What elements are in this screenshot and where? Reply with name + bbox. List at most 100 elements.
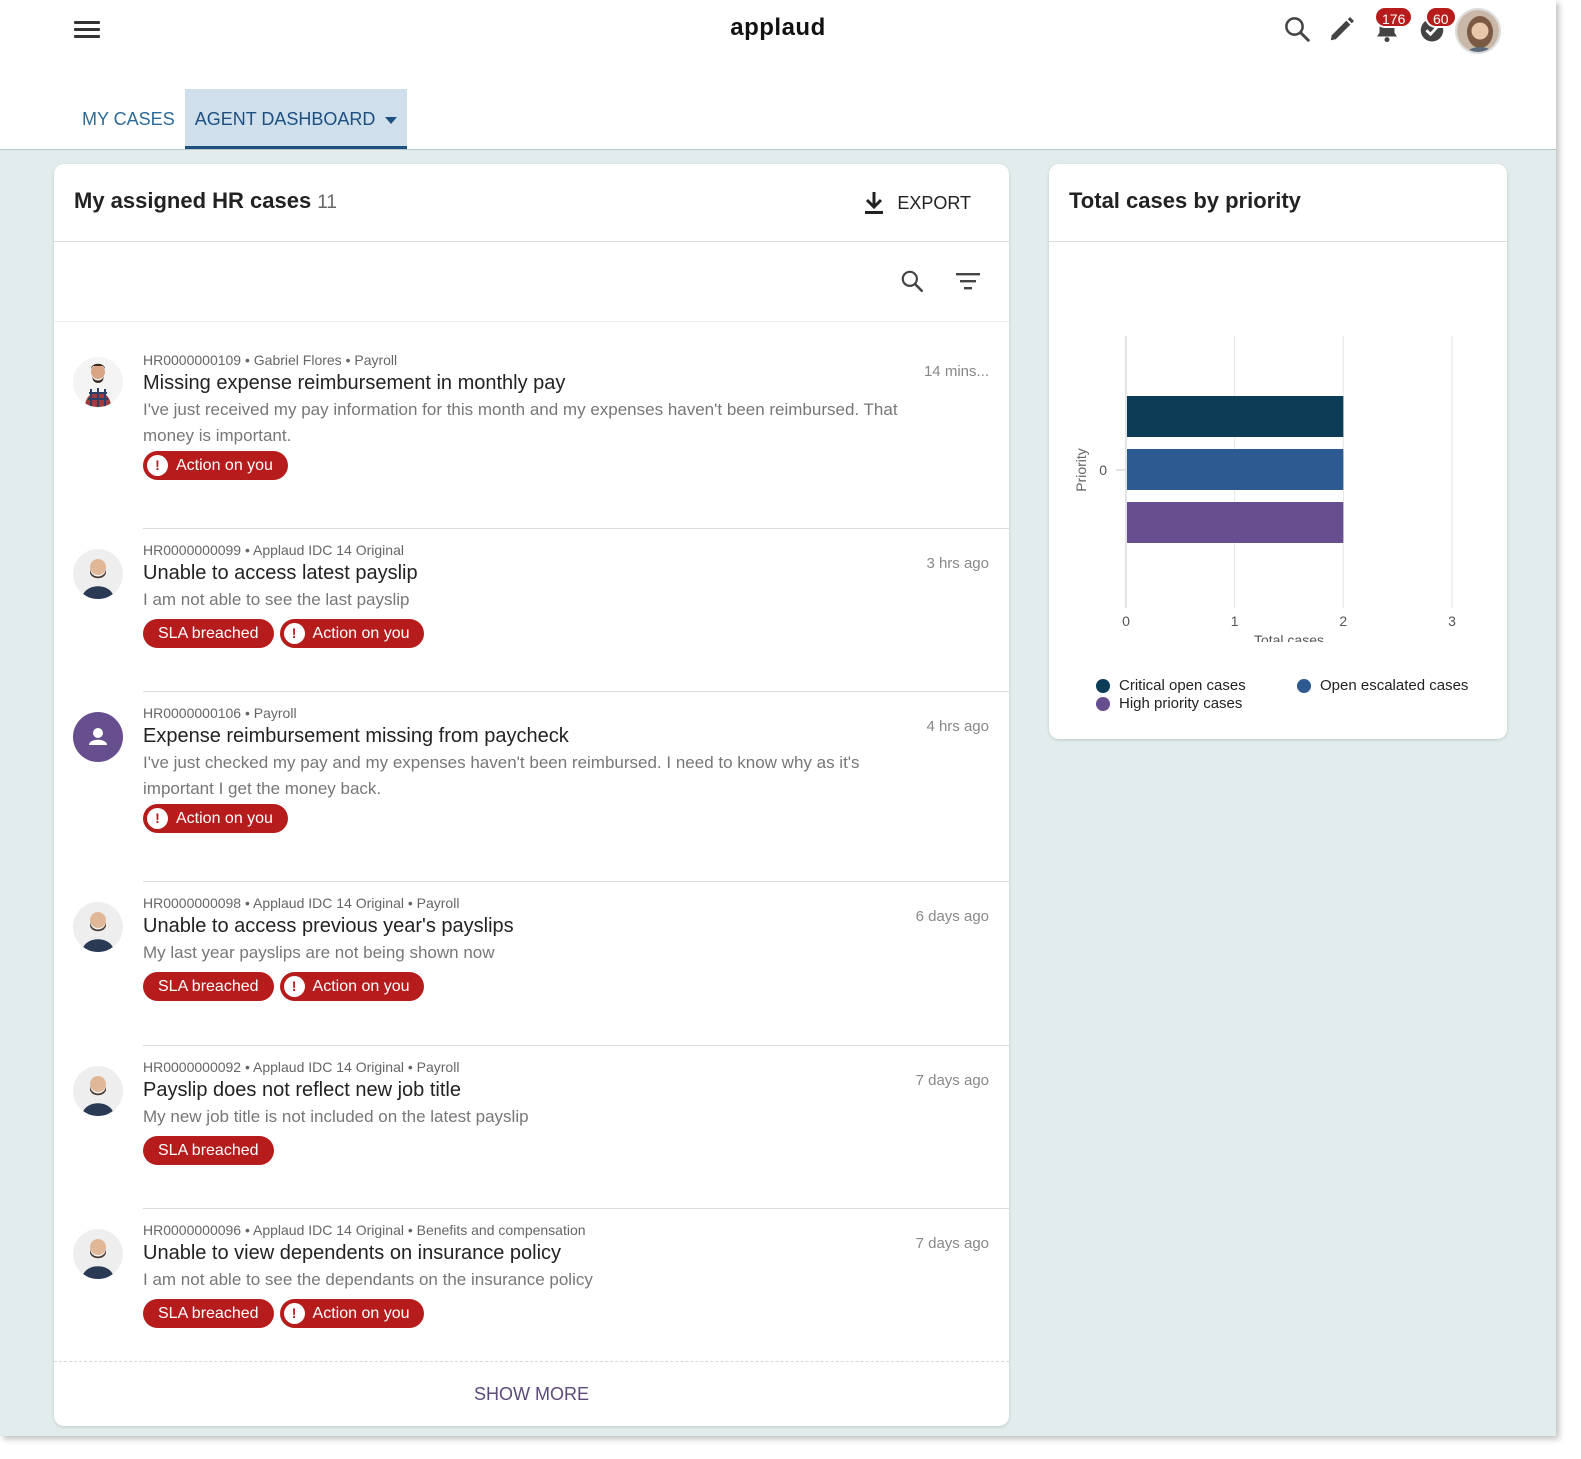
- tag-label: Action on you: [176, 810, 273, 827]
- case-meta: HR0000000098 • Applaud IDC 14 Original •…: [143, 895, 460, 911]
- cases-count: 11: [317, 192, 337, 213]
- legend-item[interactable]: Open escalated cases: [1297, 677, 1468, 694]
- export-label: EXPORT: [897, 192, 971, 213]
- cases-search-icon[interactable]: [899, 268, 925, 299]
- sla-breached-tag[interactable]: SLA breached: [143, 1299, 274, 1328]
- case-time: 7 days ago: [915, 1235, 989, 1252]
- case-tags: ! Action on you: [143, 451, 288, 480]
- x-axis-label: Total cases: [1254, 632, 1324, 642]
- case-title: Missing expense reimbursement in monthly…: [143, 372, 566, 394]
- case-tags: SLA breached! Action on you: [143, 1299, 425, 1328]
- cases-title-text: My assigned HR cases: [74, 188, 312, 213]
- case-tags: SLA breached! Action on you: [143, 972, 425, 1001]
- app-logo: applaud: [730, 14, 826, 41]
- case-description: I am not able to see the dependants on t…: [143, 1270, 593, 1289]
- case-meta: HR0000000106 • Payroll: [143, 705, 297, 721]
- legend-dot: [1297, 678, 1311, 693]
- legend-item[interactable]: High priority cases: [1096, 695, 1242, 712]
- action-on-you-tag[interactable]: ! Action on you: [143, 451, 288, 480]
- x-tick-label: 3: [1448, 613, 1456, 629]
- case-time: 6 days ago: [915, 908, 989, 925]
- notifications-badge: 176: [1374, 6, 1414, 28]
- chevron-down-icon: [385, 116, 398, 124]
- edit-icon[interactable]: [1327, 14, 1357, 44]
- case-time: 4 hrs ago: [926, 718, 989, 735]
- case-title: Unable to access previous year's payslip…: [143, 915, 514, 937]
- action-on-you-tag[interactable]: ! Action on you: [279, 619, 425, 648]
- alert-icon: !: [283, 1303, 305, 1324]
- sla-breached-tag[interactable]: SLA breached: [143, 1136, 274, 1165]
- tab-my-cases-label: MY CASES: [82, 109, 175, 129]
- priority-bar-chart: 0 1 2 3 0 Total cases Priority: [1073, 336, 1456, 642]
- case-avatar: [73, 549, 123, 599]
- alert-icon: !: [283, 976, 305, 997]
- case-meta: HR0000000092 • Applaud IDC 14 Original •…: [143, 1059, 460, 1075]
- case-description: I've just received my pay information fo…: [143, 400, 898, 445]
- y-axis-label: Priority: [1073, 448, 1089, 492]
- sla-breached-tag[interactable]: SLA breached: [143, 619, 274, 648]
- case-time: 14 mins...: [923, 363, 989, 380]
- x-tick-label: 0: [1122, 613, 1130, 629]
- x-tick-label: 2: [1339, 613, 1347, 629]
- case-description: I've just checked my pay and my expenses…: [143, 753, 860, 798]
- tag-label: SLA breached: [158, 978, 259, 995]
- case-title: Unable to access latest payslip: [143, 562, 418, 584]
- download-icon: [865, 192, 884, 214]
- filter-icon[interactable]: [955, 270, 981, 297]
- case-item[interactable]: HR0000000098 • Applaud IDC 14 Original •…: [54, 882, 1009, 1046]
- case-item[interactable]: HR0000000096 • Applaud IDC 14 Original •…: [54, 1209, 1009, 1349]
- cases-toolbar: [54, 242, 1009, 322]
- top-bar: applaud 176 60 MY CASES AGENT DASHBOARD: [0, 0, 1556, 150]
- legend-dot: [1096, 678, 1110, 693]
- tab-agent-dashboard-label: AGENT DASHBOARD: [194, 109, 376, 129]
- tab-agent-dashboard[interactable]: AGENT DASHBOARD: [184, 89, 408, 149]
- user-avatar[interactable]: [1455, 8, 1501, 54]
- cases-card-title: My assigned HR cases 11: [74, 188, 337, 214]
- tag-label: SLA breached: [158, 1142, 259, 1159]
- legend-label: Critical open cases: [1119, 677, 1246, 694]
- chart-card-header: Total cases by priority: [1049, 164, 1507, 242]
- case-item[interactable]: HR0000000106 • Payroll Expense reimbursem…: [54, 692, 1009, 882]
- export-button[interactable]: EXPORT: [863, 188, 971, 218]
- sla-breached-tag[interactable]: SLA breached: [143, 972, 274, 1001]
- action-on-you-tag[interactable]: ! Action on you: [279, 972, 425, 1001]
- bar-critical-open-cases: [1127, 396, 1344, 437]
- case-title: Payslip does not reflect new job title: [143, 1079, 461, 1101]
- case-meta: HR0000000096 • Applaud IDC 14 Original •…: [143, 1222, 586, 1238]
- case-tags: ! Action on you: [143, 804, 288, 833]
- app-window: applaud 176 60 MY CASES AGENT DASHBOARD …: [0, 0, 1556, 1436]
- show-more-button[interactable]: SHOW MORE: [474, 1384, 589, 1405]
- chart-title: Total cases by priority: [1069, 188, 1301, 213]
- cases-card-header: My assigned HR cases 11 EXPORT: [54, 164, 1009, 242]
- search-icon[interactable]: [1282, 14, 1312, 44]
- tag-label: SLA breached: [158, 1305, 259, 1322]
- case-avatar: [73, 1229, 123, 1279]
- tag-label: Action on you: [312, 1305, 410, 1322]
- bar-high-priority-cases: [1127, 502, 1344, 543]
- case-time: 7 days ago: [915, 1072, 989, 1089]
- case-item[interactable]: HR0000000099 • Applaud IDC 14 Original Un…: [54, 529, 1009, 692]
- case-description: My new job title is not included on the …: [143, 1107, 529, 1126]
- tasks-badge: 60: [1425, 6, 1457, 28]
- case-avatar: [73, 1066, 123, 1116]
- case-item[interactable]: HR0000000092 • Applaud IDC 14 Original •…: [54, 1046, 1009, 1209]
- action-on-you-tag[interactable]: ! Action on you: [143, 804, 288, 833]
- show-more-row: SHOW MORE: [54, 1361, 1009, 1426]
- case-avatar: [73, 712, 123, 762]
- x-tick-label: 1: [1231, 613, 1239, 629]
- case-item[interactable]: HR0000000109 • Gabriel Flores • Payroll M…: [54, 339, 1009, 529]
- alert-icon: !: [283, 623, 305, 644]
- tag-label: Action on you: [312, 978, 410, 995]
- legend-item[interactable]: Critical open cases: [1096, 677, 1246, 694]
- case-description: My last year payslips are not being show…: [143, 943, 495, 962]
- action-on-you-tag[interactable]: ! Action on you: [279, 1299, 425, 1328]
- tag-label: SLA breached: [158, 625, 259, 642]
- case-meta: HR0000000109 • Gabriel Flores • Payroll: [143, 352, 398, 368]
- case-avatar: [73, 357, 123, 407]
- priority-chart-card: Total cases by priority 0 1 2 3 0 Total cases…: [1049, 164, 1507, 739]
- alert-icon: !: [147, 808, 168, 829]
- tag-label: Action on you: [312, 625, 410, 642]
- case-tags: SLA breached: [143, 1136, 274, 1165]
- tab-my-cases[interactable]: MY CASES: [72, 89, 185, 149]
- legend-label: High priority cases: [1119, 695, 1243, 712]
